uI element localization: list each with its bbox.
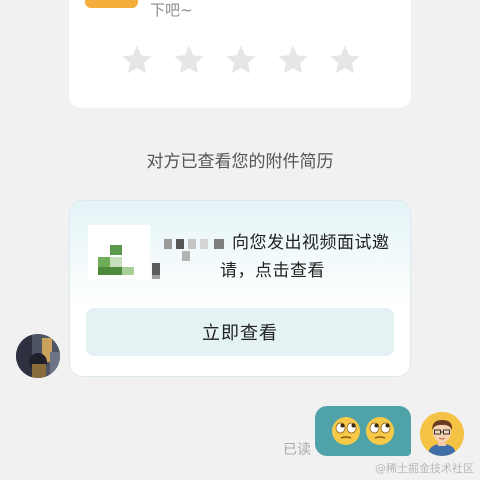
rolling-eyes-emoji-icon <box>365 416 395 446</box>
recruiter-avatar[interactable] <box>16 334 60 378</box>
star-icon[interactable] <box>223 42 259 78</box>
star-icon[interactable] <box>119 42 155 78</box>
star-icon[interactable] <box>171 42 207 78</box>
star-icon[interactable] <box>327 42 363 78</box>
system-notice: 对方已查看您的附件简历 <box>146 152 334 172</box>
user-avatar[interactable] <box>420 412 464 456</box>
rolling-eyes-emoji-icon <box>331 416 361 446</box>
rating-action-button[interactable] <box>85 0 138 8</box>
invite-message-line2: 请，点击查看 <box>220 261 325 281</box>
own-message-bubble[interactable] <box>315 406 411 456</box>
rating-card: 下吧~ <box>69 0 411 108</box>
watermark: @稀土掘金技术社区 <box>375 462 474 475</box>
video-interview-invite-card: 向您发出视频面试邀 请，点击查看 立即查看 <box>69 200 411 377</box>
invite-message-line1: 向您发出视频面试邀 <box>232 233 390 253</box>
view-now-button[interactable]: 立即查看 <box>86 308 394 356</box>
star-rating[interactable] <box>119 42 363 78</box>
star-icon[interactable] <box>275 42 311 78</box>
read-status: 已读 <box>283 442 311 458</box>
invite-message: 向您发出视频面试邀 请，点击查看 <box>220 229 402 281</box>
rating-prompt-text: 下吧~ <box>150 1 193 19</box>
